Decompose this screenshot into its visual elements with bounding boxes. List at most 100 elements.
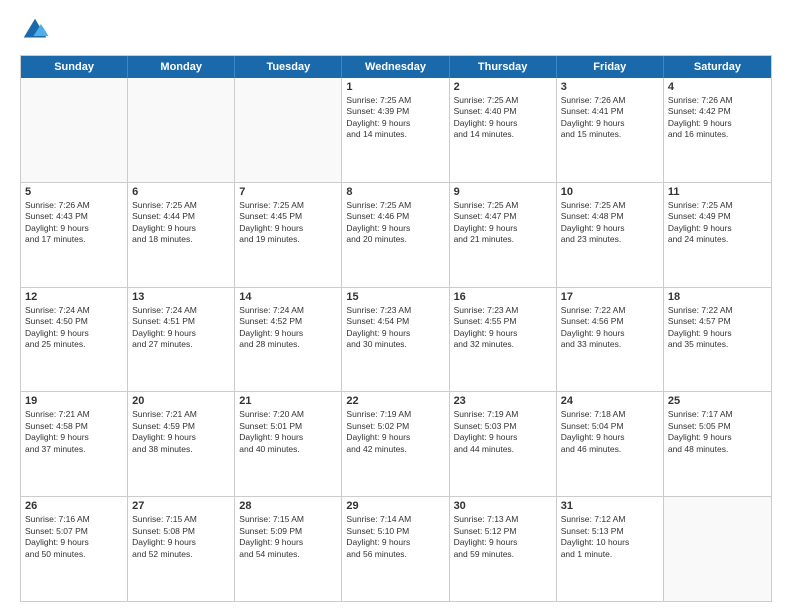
cell-info: Sunrise: 7:16 AM Sunset: 5:07 PM Dayligh… — [25, 514, 123, 560]
calendar-cell: 6Sunrise: 7:25 AM Sunset: 4:44 PM Daylig… — [128, 183, 235, 287]
cell-info: Sunrise: 7:22 AM Sunset: 4:57 PM Dayligh… — [668, 305, 767, 351]
day-number: 5 — [25, 186, 123, 198]
day-number: 14 — [239, 291, 337, 303]
cell-info: Sunrise: 7:24 AM Sunset: 4:51 PM Dayligh… — [132, 305, 230, 351]
day-number: 6 — [132, 186, 230, 198]
calendar-cell — [21, 78, 128, 182]
cell-info: Sunrise: 7:14 AM Sunset: 5:10 PM Dayligh… — [346, 514, 444, 560]
calendar-cell: 17 Sunrise: 7:22 AM Sunset: 4:56 PM Dayli… — [557, 288, 664, 392]
calendar-cell: 2 Sunrise: 7:25 AM Sunset: 4:40 PM Daylig… — [450, 78, 557, 182]
calendar-cell: 21 Sunrise: 7:20 AM Sunset: 5:01 PM Dayli… — [235, 392, 342, 496]
calendar-cell: 18 Sunrise: 7:22 AM Sunset: 4:57 PM Dayli… — [664, 288, 771, 392]
day-number: 9 — [454, 186, 552, 198]
cell-info: Sunrise: 7:12 AM Sunset: 5:13 PM Dayligh… — [561, 514, 659, 560]
weekday-header: Saturday — [664, 56, 771, 78]
weekday-header: Friday — [557, 56, 664, 78]
cell-info: Sunrise: 7:25 AM Sunset: 4:45 PM Dayligh… — [239, 200, 337, 246]
cell-info: Sunrise: 7:15 AM Sunset: 5:09 PM Dayligh… — [239, 514, 337, 560]
day-number: 26 — [25, 500, 123, 512]
calendar-cell — [128, 78, 235, 182]
cell-info: Sunrise: 7:25 AM Sunset: 4:40 PM Dayligh… — [454, 95, 552, 141]
day-number: 21 — [239, 395, 337, 407]
day-number: 13 — [132, 291, 230, 303]
day-number: 15 — [346, 291, 444, 303]
calendar-cell: 25 Sunrise: 7:17 AM Sunset: 5:05 PM Dayli… — [664, 392, 771, 496]
calendar-cell: 20Sunrise: 7:21 AM Sunset: 4:59 PM Dayli… — [128, 392, 235, 496]
calendar-cell: 13 Sunrise: 7:24 AM Sunset: 4:51 PM Dayli… — [128, 288, 235, 392]
day-number: 3 — [561, 81, 659, 93]
calendar-cell: 15 Sunrise: 7:23 AM Sunset: 4:54 PM Dayli… — [342, 288, 449, 392]
day-number: 8 — [346, 186, 444, 198]
day-number: 27 — [132, 500, 230, 512]
cell-info: Sunrise: 7:26 AM Sunset: 4:41 PM Dayligh… — [561, 95, 659, 141]
calendar-cell: 23Sunrise: 7:19 AM Sunset: 5:03 PM Dayli… — [450, 392, 557, 496]
day-number: 7 — [239, 186, 337, 198]
calendar-cell: 14 Sunrise: 7:24 AM Sunset: 4:52 PM Dayli… — [235, 288, 342, 392]
day-number: 25 — [668, 395, 767, 407]
calendar-cell — [664, 497, 771, 601]
calendar-cell: 22Sunrise: 7:19 AM Sunset: 5:02 PM Dayli… — [342, 392, 449, 496]
cell-info: Sunrise: 7:22 AM Sunset: 4:56 PM Dayligh… — [561, 305, 659, 351]
cell-info: Sunrise: 7:25 AM Sunset: 4:47 PM Dayligh… — [454, 200, 552, 246]
calendar-row: 5Sunrise: 7:26 AM Sunset: 4:43 PM Daylig… — [21, 183, 771, 288]
day-number: 28 — [239, 500, 337, 512]
day-number: 10 — [561, 186, 659, 198]
calendar-cell: 29 Sunrise: 7:14 AM Sunset: 5:10 PM Dayli… — [342, 497, 449, 601]
day-number: 24 — [561, 395, 659, 407]
cell-info: Sunrise: 7:21 AM Sunset: 4:59 PM Dayligh… — [132, 409, 230, 455]
calendar-header: SundayMondayTuesdayWednesdayThursdayFrid… — [21, 56, 771, 78]
weekday-header: Thursday — [450, 56, 557, 78]
calendar-cell: 10 Sunrise: 7:25 AM Sunset: 4:48 PM Dayli… — [557, 183, 664, 287]
calendar-cell: 4Sunrise: 7:26 AM Sunset: 4:42 PM Daylig… — [664, 78, 771, 182]
cell-info: Sunrise: 7:19 AM Sunset: 5:02 PM Dayligh… — [346, 409, 444, 455]
logo — [20, 15, 54, 45]
calendar-row: 1 Sunrise: 7:25 AM Sunset: 4:39 PM Daylig… — [21, 78, 771, 183]
day-number: 29 — [346, 500, 444, 512]
calendar: SundayMondayTuesdayWednesdayThursdayFrid… — [20, 55, 772, 602]
calendar-cell — [235, 78, 342, 182]
calendar-cell: 19 Sunrise: 7:21 AM Sunset: 4:58 PM Dayli… — [21, 392, 128, 496]
calendar-row: 12Sunrise: 7:24 AM Sunset: 4:50 PM Dayli… — [21, 288, 771, 393]
cell-info: Sunrise: 7:26 AM Sunset: 4:42 PM Dayligh… — [668, 95, 767, 141]
calendar-cell: 24 Sunrise: 7:18 AM Sunset: 5:04 PM Dayli… — [557, 392, 664, 496]
day-number: 18 — [668, 291, 767, 303]
day-number: 17 — [561, 291, 659, 303]
cell-info: Sunrise: 7:17 AM Sunset: 5:05 PM Dayligh… — [668, 409, 767, 455]
weekday-header: Sunday — [21, 56, 128, 78]
cell-info: Sunrise: 7:25 AM Sunset: 4:46 PM Dayligh… — [346, 200, 444, 246]
cell-info: Sunrise: 7:19 AM Sunset: 5:03 PM Dayligh… — [454, 409, 552, 455]
calendar-cell: 7 Sunrise: 7:25 AM Sunset: 4:45 PM Daylig… — [235, 183, 342, 287]
calendar-row: 19 Sunrise: 7:21 AM Sunset: 4:58 PM Dayli… — [21, 392, 771, 497]
cell-info: Sunrise: 7:15 AM Sunset: 5:08 PM Dayligh… — [132, 514, 230, 560]
calendar-cell: 28 Sunrise: 7:15 AM Sunset: 5:09 PM Dayli… — [235, 497, 342, 601]
calendar-cell: 5Sunrise: 7:26 AM Sunset: 4:43 PM Daylig… — [21, 183, 128, 287]
calendar-cell: 12Sunrise: 7:24 AM Sunset: 4:50 PM Dayli… — [21, 288, 128, 392]
header — [20, 15, 772, 45]
day-number: 12 — [25, 291, 123, 303]
day-number: 19 — [25, 395, 123, 407]
day-number: 16 — [454, 291, 552, 303]
cell-info: Sunrise: 7:13 AM Sunset: 5:12 PM Dayligh… — [454, 514, 552, 560]
calendar-body: 1 Sunrise: 7:25 AM Sunset: 4:39 PM Daylig… — [21, 78, 771, 601]
cell-info: Sunrise: 7:20 AM Sunset: 5:01 PM Dayligh… — [239, 409, 337, 455]
calendar-cell: 26 Sunrise: 7:16 AM Sunset: 5:07 PM Dayli… — [21, 497, 128, 601]
calendar-row: 26 Sunrise: 7:16 AM Sunset: 5:07 PM Dayli… — [21, 497, 771, 601]
cell-info: Sunrise: 7:18 AM Sunset: 5:04 PM Dayligh… — [561, 409, 659, 455]
calendar-cell: 16 Sunrise: 7:23 AM Sunset: 4:55 PM Dayli… — [450, 288, 557, 392]
weekday-header: Tuesday — [235, 56, 342, 78]
page: SundayMondayTuesdayWednesdayThursdayFrid… — [0, 0, 792, 612]
day-number: 1 — [346, 81, 444, 93]
day-number: 2 — [454, 81, 552, 93]
weekday-header: Wednesday — [342, 56, 449, 78]
cell-info: Sunrise: 7:25 AM Sunset: 4:39 PM Dayligh… — [346, 95, 444, 141]
cell-info: Sunrise: 7:23 AM Sunset: 4:54 PM Dayligh… — [346, 305, 444, 351]
cell-info: Sunrise: 7:21 AM Sunset: 4:58 PM Dayligh… — [25, 409, 123, 455]
cell-info: Sunrise: 7:23 AM Sunset: 4:55 PM Dayligh… — [454, 305, 552, 351]
calendar-cell: 30Sunrise: 7:13 AM Sunset: 5:12 PM Dayli… — [450, 497, 557, 601]
calendar-cell: 11Sunrise: 7:25 AM Sunset: 4:49 PM Dayli… — [664, 183, 771, 287]
calendar-cell: 1 Sunrise: 7:25 AM Sunset: 4:39 PM Daylig… — [342, 78, 449, 182]
cell-info: Sunrise: 7:24 AM Sunset: 4:52 PM Dayligh… — [239, 305, 337, 351]
calendar-cell: 31Sunrise: 7:12 AM Sunset: 5:13 PM Dayli… — [557, 497, 664, 601]
calendar-cell: 3 Sunrise: 7:26 AM Sunset: 4:41 PM Daylig… — [557, 78, 664, 182]
cell-info: Sunrise: 7:25 AM Sunset: 4:48 PM Dayligh… — [561, 200, 659, 246]
